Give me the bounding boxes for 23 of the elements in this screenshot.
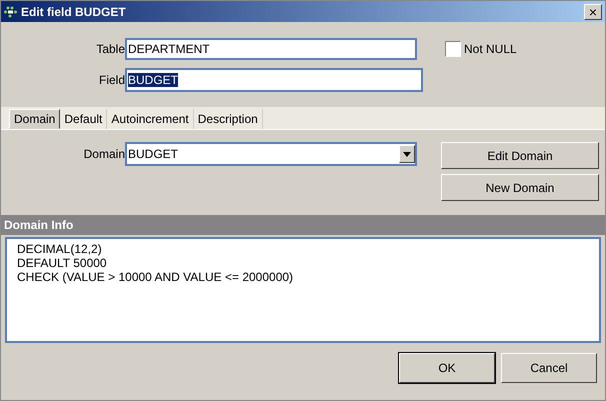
tab[interactable]: Default	[60, 109, 108, 129]
window-title: Edit field BUDGET	[21, 4, 127, 18]
field-input[interactable]: BUDGET	[125, 68, 423, 92]
domain-button[interactable]: Edit Domain	[441, 142, 599, 169]
tab[interactable]: Domain	[9, 109, 60, 129]
table-field[interactable]: DEPARTMENT	[125, 38, 417, 60]
domain-button[interactable]: New Domain	[441, 174, 599, 201]
not-null-checkbox[interactable]	[445, 41, 461, 57]
domain-info-line: CHECK (VALUE > 10000 AND VALUE <= 2000000)	[17, 270, 294, 284]
domain-info-line: DEFAULT 50000	[17, 256, 108, 270]
field-label: Field	[98, 73, 125, 87]
domain-info-header: Domain Info	[1, 215, 605, 235]
domain-dropdown[interactable]: BUDGET	[125, 142, 417, 166]
close-button[interactable]: ×	[584, 4, 602, 20]
tab[interactable]: Description	[194, 109, 263, 129]
table-label: Table	[95, 42, 125, 56]
domain-info-line: DECIMAL(12,2)	[17, 242, 103, 256]
ok-button[interactable]: OK	[399, 353, 495, 383]
domain-label: Domain	[82, 146, 125, 163]
app-icon	[4, 6, 18, 18]
tab[interactable]: Autoincrement	[107, 109, 194, 129]
not-null-label: Not NULL	[464, 42, 517, 56]
cancel-button[interactable]: Cancel	[501, 353, 597, 383]
